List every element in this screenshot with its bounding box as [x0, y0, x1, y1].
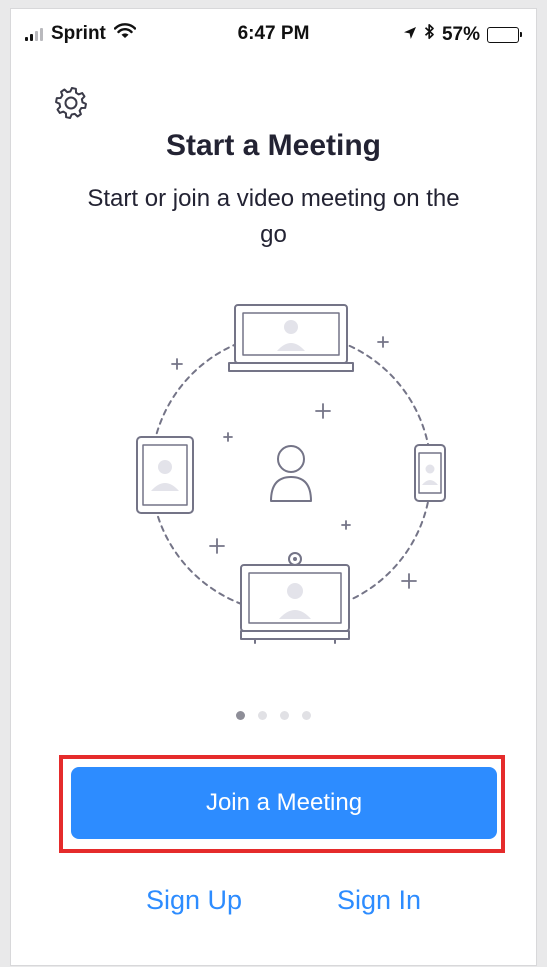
- page-dot[interactable]: [236, 711, 245, 720]
- status-right: 57%: [403, 23, 522, 46]
- laptop-icon: [228, 304, 354, 372]
- sign-in-link[interactable]: Sign In: [337, 885, 421, 916]
- tablet-icon: [136, 436, 194, 514]
- battery-icon: [487, 26, 522, 43]
- location-icon: [403, 24, 417, 46]
- user-icon: [270, 445, 312, 502]
- bluetooth-icon: [424, 23, 435, 46]
- meeting-illustration: [111, 297, 471, 649]
- page-subtitle: Start or join a video meeting on the go: [87, 185, 460, 248]
- join-meeting-button[interactable]: Join a Meeting: [71, 767, 497, 839]
- page-dot[interactable]: [280, 711, 289, 720]
- pagination-dots[interactable]: [11, 711, 536, 720]
- page-dot[interactable]: [258, 711, 267, 720]
- room-system-icon: [240, 552, 350, 644]
- page-title: Start a Meeting: [165, 129, 382, 162]
- gear-icon: [53, 85, 89, 126]
- auth-links: Sign Up Sign In: [11, 885, 536, 925]
- settings-button[interactable]: [51, 85, 91, 125]
- status-bar: Sprint 6:47 PM 57%: [11, 9, 536, 61]
- battery-percent: 57%: [441, 23, 480, 45]
- phone-icon: [414, 444, 446, 502]
- page-dot[interactable]: [302, 711, 311, 720]
- sign-up-link[interactable]: Sign Up: [146, 885, 242, 916]
- phone-screen: Sprint 6:47 PM 57% Start a Meeting Start…: [10, 8, 537, 966]
